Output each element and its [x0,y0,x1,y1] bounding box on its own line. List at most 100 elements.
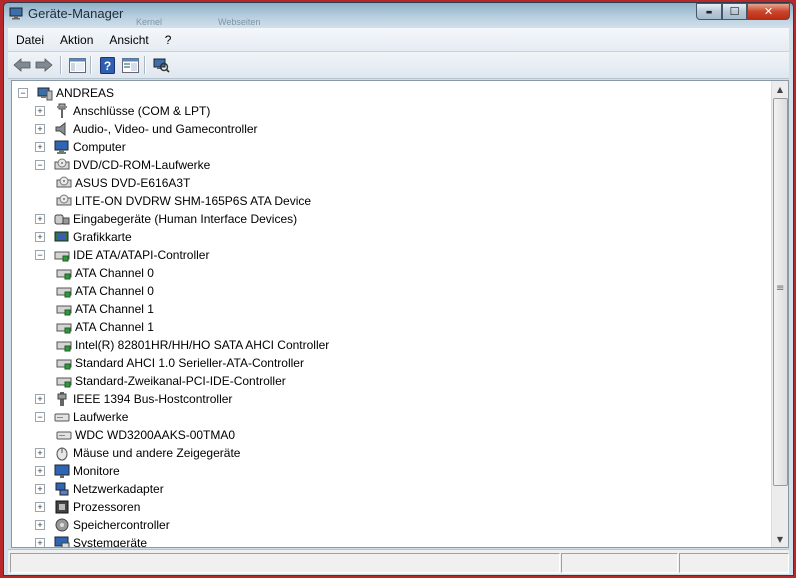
menu-ansicht[interactable]: Ansicht [101,33,156,47]
scroll-up-button[interactable]: ▲ [772,81,788,97]
tree-device-node[interactable]: ATA Channel 0 [56,264,154,282]
expand-toggle[interactable]: + [35,538,45,547]
minimize-button[interactable]: ▬ [696,3,722,20]
dvd-drive-icon [54,158,70,170]
scroll-thumb[interactable]: ≡ [773,98,788,486]
tree-device-node[interactable]: WDC WD3200AAKS-00TMA0 [56,426,235,444]
tree-root-node[interactable]: − ANDREAS [18,84,115,102]
tree-category-node[interactable]: + Netzwerkadapter [35,480,164,498]
status-pane-main [10,553,560,573]
expand-toggle[interactable]: + [35,448,45,458]
dvd-drive-icon [56,176,72,188]
dvd-drive-icon [56,194,72,206]
tree-category-node[interactable]: + Prozessoren [35,498,141,516]
toolbar: ? [8,52,789,79]
expand-toggle[interactable]: + [35,232,45,242]
monitor-icon [54,464,70,478]
port-icon [57,103,67,118]
tree-device-node[interactable]: LITE-ON DVDRW SHM-165P6S ATA Device [56,192,311,210]
tree-node-label: Monitore [73,464,120,478]
ide-controller-icon [56,287,72,298]
tree-category-node[interactable]: − Laufwerke [35,408,129,426]
tree-node-label: Laufwerke [73,410,129,424]
menu-datei[interactable]: Datei [8,33,52,47]
tree-category-node[interactable]: + Speichercontroller [35,516,170,534]
expand-toggle[interactable]: + [35,394,45,404]
scroll-grip-icon: ≡ [776,283,785,294]
tree-device-node[interactable]: Standard AHCI 1.0 Serieller-ATA-Controll… [56,354,304,372]
tree-node-label: Standard-Zweikanal-PCI-IDE-Controller [75,374,286,388]
plus-icon: + [37,502,43,512]
ide-controller-icon [56,269,72,280]
tree-node-label: IDE ATA/ATAPI-Controller [73,248,210,262]
menu-aktion[interactable]: Aktion [52,33,101,47]
collapse-toggle[interactable]: − [35,250,45,260]
tree-device-node[interactable]: ATA Channel 1 [56,300,154,318]
ide-controller-icon [56,341,72,352]
tree-device-node[interactable]: Intel(R) 82801HR/HH/HO SATA AHCI Control… [56,336,329,354]
plus-icon: + [37,394,43,404]
status-pane-3 [679,553,789,573]
expand-toggle[interactable]: + [35,106,45,116]
tree-node-label: WDC WD3200AAKS-00TMA0 [75,428,236,442]
show-hide-console-tree-button[interactable] [67,55,87,75]
tree-category-node[interactable]: + Audio-, Video- und Gamecontroller [35,120,258,138]
tree-node-label: LITE-ON DVDRW SHM-165P6S ATA Device [75,194,312,208]
tree-device-node[interactable]: ASUS DVD-E616A3T [56,174,190,192]
expand-toggle[interactable]: + [35,124,45,134]
tree-category-node[interactable]: + Systemgeräte [35,534,147,547]
tree-node-label: ATA Channel 1 [75,302,154,316]
maximize-icon: ☐ [729,5,740,18]
tree-device-node[interactable]: Standard-Zweikanal-PCI-IDE-Controller [56,372,286,390]
tree-category-node[interactable]: + Computer [35,138,126,156]
close-button[interactable]: ✕ [747,3,790,20]
expand-toggle[interactable]: + [35,142,45,152]
tree-node-label: Audio-, Video- und Gamecontroller [73,122,258,136]
collapse-toggle[interactable]: − [35,412,45,422]
tree-node-label: Prozessoren [73,500,141,514]
tree-category-node[interactable]: − IDE ATA/ATAPI-Controller [35,246,210,264]
help-button[interactable]: ? [97,55,117,75]
expand-toggle[interactable]: + [35,466,45,476]
tree-category-node[interactable]: + Grafikkarte [35,228,132,246]
tree-device-node[interactable]: ATA Channel 1 [56,318,154,336]
back-button[interactable] [12,55,32,75]
device-manager-window: Geräte-Manager Kernel Webseiten ▬ ☐ ✕ Da… [3,2,794,576]
tree-category-node[interactable]: + Mäuse und andere Zeigegeräte [35,444,241,462]
vertical-scrollbar[interactable]: ▲ ≡ ▼ [771,81,788,547]
scan-hardware-icon [153,58,170,73]
tree-node-label: ANDREAS [56,86,115,100]
storage-controller-icon [55,518,69,532]
display-adapter-icon [54,231,69,242]
tree-node-label: Speichercontroller [73,518,170,532]
status-bar [8,549,789,574]
maximize-button[interactable]: ☐ [722,3,747,20]
collapse-toggle[interactable]: − [18,88,28,98]
tree-node-label: IEEE 1394 Bus-Hostcontroller [73,392,233,406]
expand-toggle[interactable]: + [35,484,45,494]
tree-node-label: Grafikkarte [73,230,132,244]
scan-hardware-button[interactable] [151,55,171,75]
tree-node-label: Mäuse und andere Zeigegeräte [73,446,241,460]
tree-category-node[interactable]: − DVD/CD-ROM-Laufwerke [35,156,210,174]
properties-button[interactable] [120,55,140,75]
plus-icon: + [37,106,43,116]
collapse-toggle[interactable]: − [35,160,45,170]
scroll-down-button[interactable]: ▼ [772,531,788,547]
expand-toggle[interactable]: + [35,214,45,224]
tree-category-node[interactable]: + Anschlüsse (COM & LPT) [35,102,210,120]
tree-category-node[interactable]: + Monitore [35,462,120,480]
tree-category-node[interactable]: + Eingabegeräte (Human Interface Devices) [35,210,297,228]
tree-category-node[interactable]: + IEEE 1394 Bus-Hostcontroller [35,390,233,408]
tree-device-node[interactable]: ATA Channel 0 [56,282,154,300]
tree-node-label: Intel(R) 82801HR/HH/HO SATA AHCI Control… [75,338,330,352]
mouse-icon [56,447,68,461]
menu-help[interactable]: ? [157,33,180,47]
tree-node-label: Computer [73,140,126,154]
plus-icon: + [37,520,43,530]
title-bar[interactable]: Geräte-Manager Kernel Webseiten ▬ ☐ ✕ [4,3,793,27]
expand-toggle[interactable]: + [35,502,45,512]
tree-node-label: ATA Channel 1 [75,320,154,334]
forward-button[interactable] [34,55,54,75]
expand-toggle[interactable]: + [35,520,45,530]
